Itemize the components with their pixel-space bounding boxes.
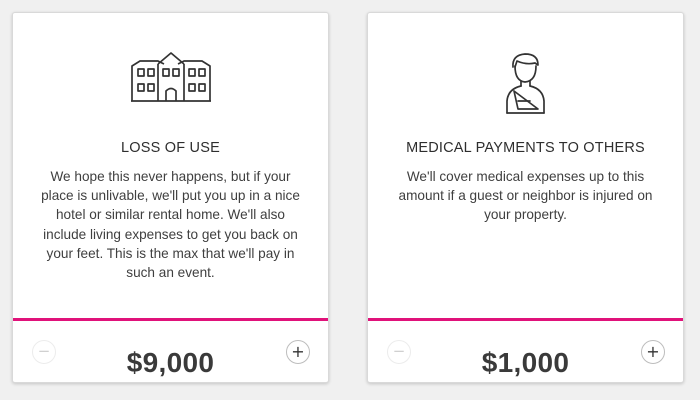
plus-icon: + [291,341,305,361]
decrease-button[interactable]: − [387,340,411,364]
plus-icon: + [646,341,660,361]
minus-icon: − [37,342,51,360]
card-title: MEDICAL PAYMENTS TO OTHERS [406,140,645,156]
building-icon [13,51,328,119]
coverage-card-loss-of-use: LOSS OF USE We hope this never happens, … [12,12,329,383]
accent-divider [368,318,683,321]
minus-icon: − [392,342,406,360]
increase-button[interactable]: + [286,340,310,364]
coverage-page: LOSS OF USE We hope this never happens, … [0,0,700,400]
card-title: LOSS OF USE [121,140,220,156]
decrease-button[interactable]: − [32,340,56,364]
increase-button[interactable]: + [641,340,665,364]
coverage-amount: $9,000 [126,347,215,378]
card-description: We hope this never happens, but if your … [41,169,300,281]
card-description: We'll cover medical expenses up to this … [398,169,653,223]
coverage-card-medical-payments: MEDICAL PAYMENTS TO OTHERS We'll cover m… [367,12,684,383]
coverage-amount: $1,000 [481,347,570,378]
injured-person-icon [368,51,683,119]
accent-divider [13,318,328,321]
